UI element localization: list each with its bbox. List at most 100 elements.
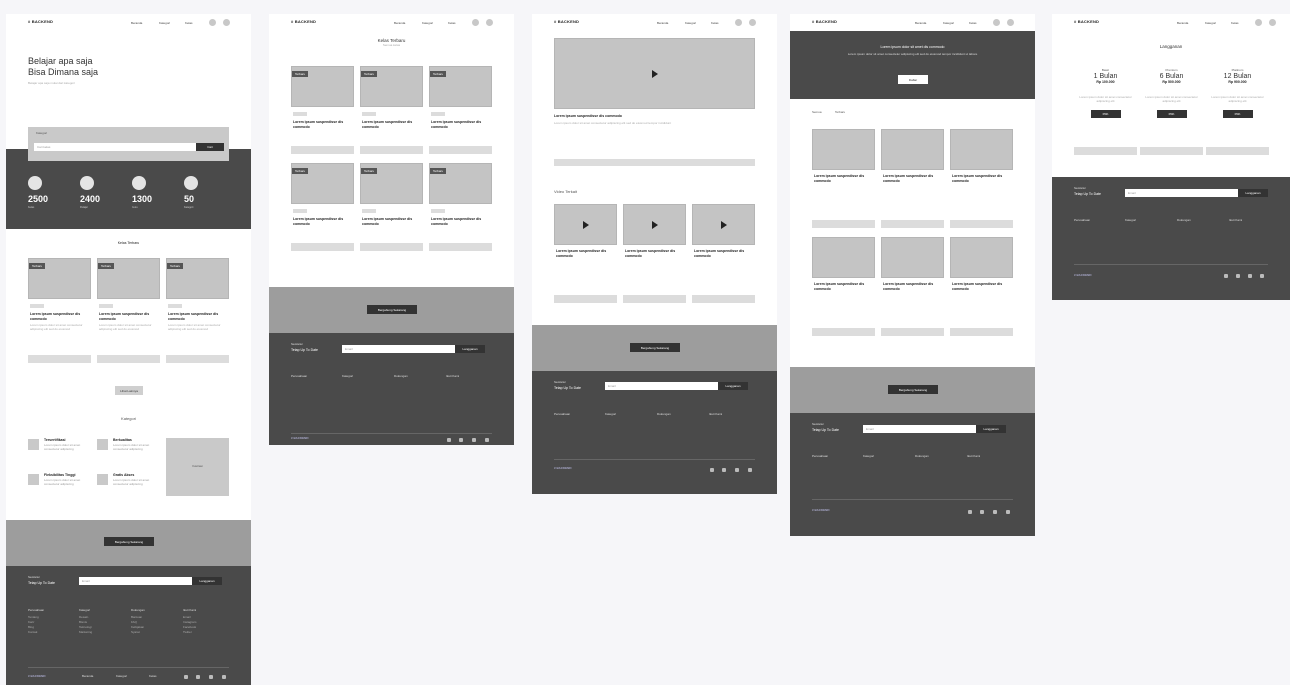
footer-nav[interactable]: Kelas bbox=[149, 674, 157, 679]
social-icon[interactable] bbox=[1006, 510, 1010, 514]
tab-all[interactable]: Semua bbox=[812, 110, 822, 115]
course-title[interactable]: Lorem ipsum suspendisse dis commodo bbox=[293, 120, 353, 129]
footer-logo[interactable]: # BACKEND bbox=[1074, 273, 1092, 278]
course-card[interactable]: Terbaru Lorem ipsum suspendisse dis comm… bbox=[28, 258, 91, 378]
course-title[interactable]: Lorem ipsum suspendisse dis commodo bbox=[952, 282, 1012, 291]
social-icon[interactable] bbox=[196, 675, 200, 679]
play-icon[interactable] bbox=[582, 220, 589, 229]
social-icon[interactable] bbox=[222, 675, 226, 679]
enroll-bar[interactable] bbox=[812, 220, 875, 228]
cta-button[interactable]: Bergabung Sekarang bbox=[630, 343, 680, 352]
course-card[interactable]: Terbaru Lorem ipsum suspendisse dis commo… bbox=[429, 66, 492, 156]
course-thumbnail[interactable] bbox=[812, 129, 875, 170]
course-title[interactable]: Lorem ipsum suspendisse dis commodo bbox=[293, 217, 353, 226]
social-icon[interactable] bbox=[722, 468, 726, 472]
enroll-bar[interactable] bbox=[692, 295, 755, 303]
nav-link-category[interactable]: Kategori bbox=[685, 21, 696, 25]
plan-card[interactable]: Premium 6 Bulan Rp 500.000 Lorem ipsum d… bbox=[1140, 68, 1203, 159]
nav-link-home[interactable]: Beranda bbox=[1177, 21, 1188, 25]
newsletter-input[interactable]: Email bbox=[1125, 189, 1238, 197]
cart-icon[interactable] bbox=[749, 19, 756, 26]
social-icon[interactable] bbox=[968, 510, 972, 514]
social-icon[interactable] bbox=[748, 468, 752, 472]
subscribe-button[interactable]: Langganan bbox=[718, 382, 748, 390]
nav-link-category[interactable]: Kategori bbox=[159, 21, 170, 25]
course-card[interactable]: Terbaru Lorem ipsum suspendisse dis commo… bbox=[360, 66, 423, 156]
course-thumbnail[interactable] bbox=[881, 129, 944, 170]
cta-button[interactable]: Bergabung Sekarang bbox=[367, 305, 417, 314]
enroll-bar[interactable] bbox=[291, 243, 354, 251]
user-icon[interactable] bbox=[1255, 19, 1262, 26]
plan-button[interactable]: Pilih bbox=[1222, 110, 1253, 119]
video-title[interactable]: Lorem ipsum suspendisse dis commodo bbox=[694, 249, 754, 258]
social-icon[interactable] bbox=[459, 438, 463, 442]
related-video[interactable] bbox=[692, 204, 755, 245]
enroll-bar[interactable] bbox=[950, 328, 1013, 336]
social-icon[interactable] bbox=[485, 438, 489, 442]
hero-button[interactable]: Daftar bbox=[898, 75, 928, 84]
footer-logo[interactable]: # BACKEND bbox=[28, 674, 46, 679]
newsletter-input[interactable]: Email bbox=[342, 345, 455, 353]
enroll-bar[interactable] bbox=[429, 146, 492, 154]
course-card[interactable]: Terbaru Lorem ipsum suspendisse dis commo… bbox=[360, 163, 423, 253]
play-icon[interactable] bbox=[651, 69, 658, 78]
social-icon[interactable] bbox=[993, 510, 997, 514]
course-title[interactable]: Lorem ipsum suspendisse dis commodo bbox=[431, 217, 491, 226]
enroll-bar[interactable] bbox=[166, 355, 229, 363]
social-icon[interactable] bbox=[472, 438, 476, 442]
course-title[interactable]: Lorem ipsum suspendisse dis commodo bbox=[362, 120, 422, 129]
footer-logo[interactable]: # BACKEND bbox=[291, 436, 309, 441]
search-input[interactable]: Cari kelas bbox=[34, 143, 196, 151]
course-title[interactable]: Lorem ipsum suspendisse dis commodo bbox=[362, 217, 422, 226]
course-title[interactable]: Lorem ipsum suspendisse dis commodo bbox=[814, 174, 874, 183]
cart-icon[interactable] bbox=[1007, 19, 1014, 26]
social-icon[interactable] bbox=[1224, 274, 1228, 278]
user-icon[interactable] bbox=[735, 19, 742, 26]
related-video[interactable] bbox=[554, 204, 617, 245]
enroll-bar[interactable] bbox=[881, 220, 944, 228]
plan-button[interactable]: Pilih bbox=[1156, 110, 1187, 119]
plan-card[interactable]: Platinum 12 Bulan Rp 900.000 Lorem ipsum… bbox=[1206, 68, 1269, 159]
enroll-bar[interactable] bbox=[360, 146, 423, 154]
subscribe-button[interactable]: Langganan bbox=[455, 345, 485, 353]
newsletter-input[interactable]: Email bbox=[79, 577, 192, 585]
nav-link-home[interactable]: Beranda bbox=[657, 21, 668, 25]
social-icon[interactable] bbox=[1236, 274, 1240, 278]
logo[interactable]: # BACKEND bbox=[1074, 19, 1099, 24]
cart-icon[interactable] bbox=[1269, 19, 1276, 26]
course-card[interactable]: Terbaru Lorem ipsum suspendisse dis comm… bbox=[166, 258, 229, 378]
video-title[interactable]: Lorem ipsum suspendisse dis commodo bbox=[625, 249, 685, 258]
enroll-bar[interactable] bbox=[881, 328, 944, 336]
footer-nav[interactable]: Kategori bbox=[116, 674, 127, 679]
social-icon[interactable] bbox=[710, 468, 714, 472]
social-icon[interactable] bbox=[1248, 274, 1252, 278]
cta-button[interactable]: Bergabung Sekarang bbox=[888, 385, 938, 394]
course-title[interactable]: Lorem ipsum suspendisse dis commodo bbox=[30, 312, 90, 321]
video-title[interactable]: Lorem ipsum suspendisse dis commodo bbox=[556, 249, 616, 258]
enroll-bar[interactable] bbox=[28, 355, 91, 363]
course-title[interactable]: Lorem ipsum suspendisse dis commodo bbox=[168, 312, 228, 321]
course-card[interactable]: Terbaru Lorem ipsum suspendisse dis comm… bbox=[97, 258, 160, 378]
play-icon[interactable] bbox=[651, 220, 658, 229]
subscribe-button[interactable]: Langganan bbox=[976, 425, 1006, 433]
nav-link-class[interactable]: Kelas bbox=[448, 21, 456, 25]
course-title[interactable]: Lorem ipsum suspendisse dis commodo bbox=[814, 282, 874, 291]
social-icon[interactable] bbox=[980, 510, 984, 514]
course-thumbnail[interactable] bbox=[881, 237, 944, 278]
course-title[interactable]: Lorem ipsum suspendisse dis commodo bbox=[883, 174, 943, 183]
search-button[interactable]: Cari bbox=[196, 143, 224, 151]
course-card[interactable]: Terbaru Lorem ipsum suspendisse dis commo… bbox=[291, 66, 354, 156]
footer-logo[interactable]: # BACKEND bbox=[554, 466, 572, 471]
social-icon[interactable] bbox=[1260, 274, 1264, 278]
logo[interactable]: # BACKEND bbox=[812, 19, 837, 24]
subscribe-button[interactable]: Langganan bbox=[1238, 189, 1268, 197]
cart-icon[interactable] bbox=[486, 19, 493, 26]
nav-link-class[interactable]: Kelas bbox=[185, 21, 193, 25]
nav-link-class[interactable]: Kelas bbox=[711, 21, 719, 25]
enroll-bar[interactable] bbox=[554, 295, 617, 303]
nav-link-home[interactable]: Beranda bbox=[131, 21, 142, 25]
newsletter-input[interactable]: Email bbox=[863, 425, 976, 433]
enroll-bar[interactable] bbox=[950, 220, 1013, 228]
social-icon[interactable] bbox=[209, 675, 213, 679]
enroll-bar[interactable] bbox=[360, 243, 423, 251]
